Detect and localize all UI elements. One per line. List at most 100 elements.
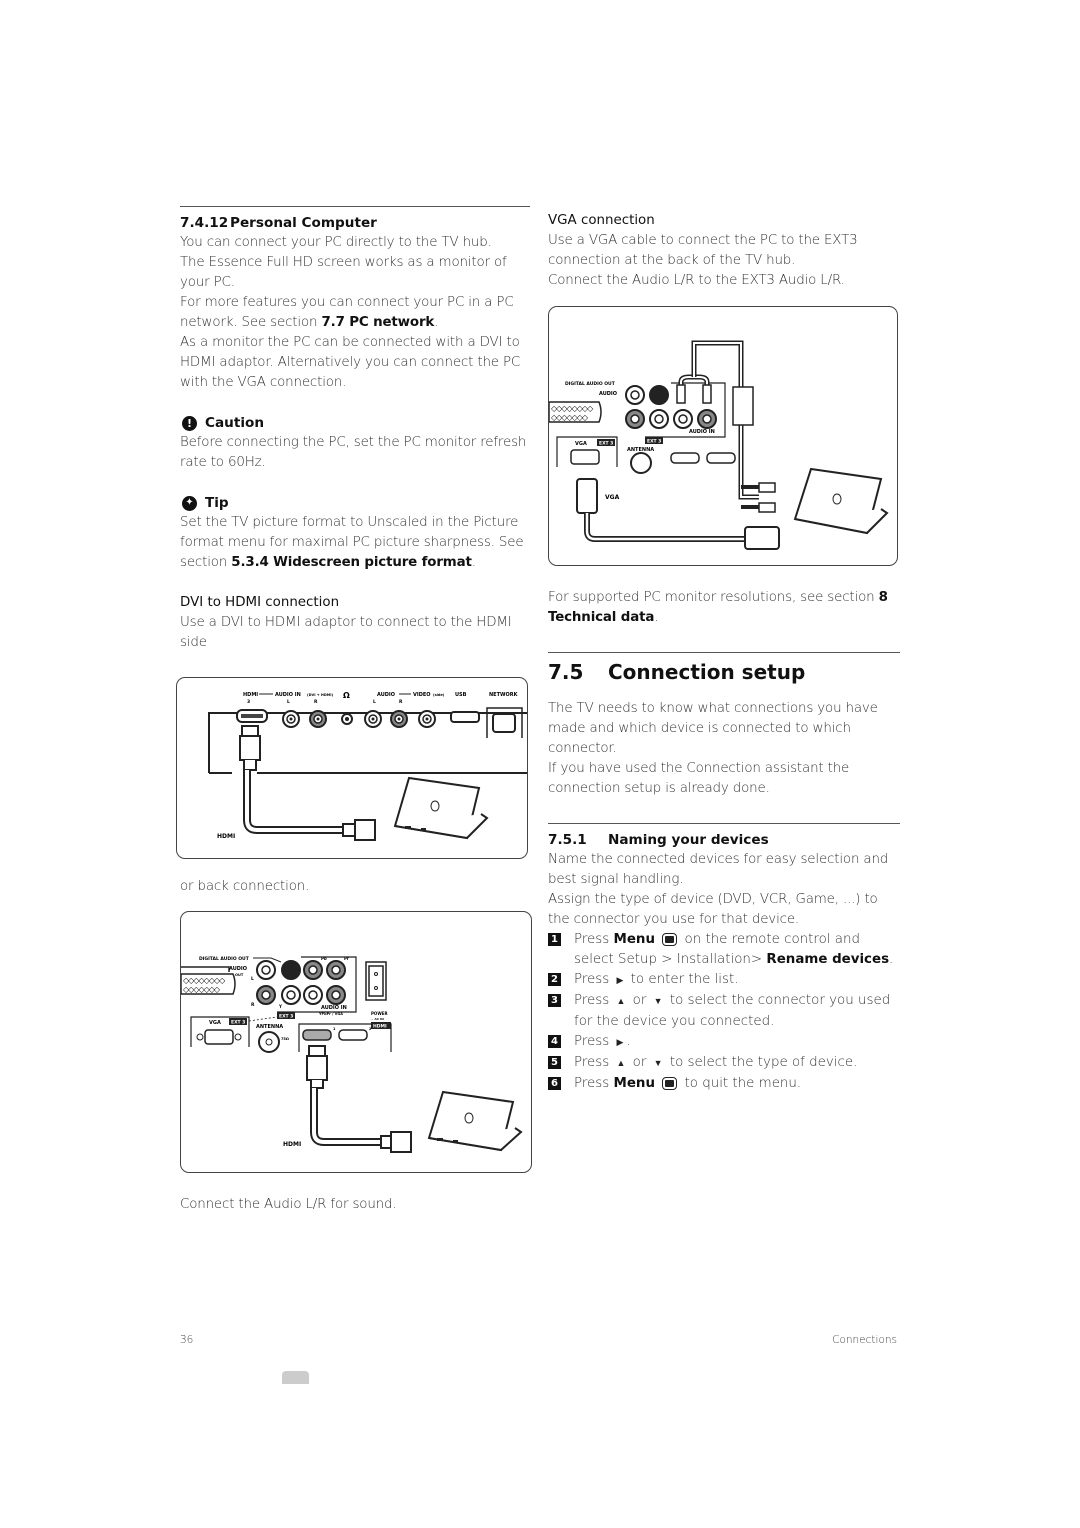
svg-text:R: R — [251, 1002, 255, 1008]
subsection-divider — [548, 823, 900, 824]
svg-text:◇◇◇◇◇◇◇: ◇◇◇◇◇◇◇ — [183, 985, 221, 994]
svg-text:~ AC IN: ~ AC IN — [371, 1017, 384, 1021]
svg-text:75Ω: 75Ω — [281, 1037, 289, 1041]
up-arrow-icon: ▲ — [616, 997, 626, 1007]
page-number: 36 — [180, 1334, 194, 1346]
link-widescreen-format[interactable]: 5.3.4 Widescreen picture format — [231, 555, 472, 570]
section-heading-personal-computer: 7.4.12 Personal Computer — [180, 215, 377, 231]
laptop-icon — [393, 776, 489, 840]
audio-sound-text: Connect the Audio L/R for sound. — [180, 1197, 397, 1212]
side-hdmi-diagram: HDMI 3 AUDIO IN (DVI + HDMI) L R Ω AUDIO… — [176, 677, 528, 859]
svg-text:R: R — [314, 699, 318, 705]
section-divider — [180, 206, 530, 207]
cable-label-hdmi-back: HDMI — [283, 1141, 301, 1148]
tip-star-icon: ✦ — [182, 495, 197, 511]
caution-text: Before connecting the PC, set the PC mon… — [180, 435, 527, 470]
step-item: 4 Press ▶. — [548, 1032, 900, 1053]
tip-heading: ✦ Tip — [180, 493, 530, 513]
intro-line-2: The Essence Full HD screen works as a mo… — [180, 255, 507, 290]
section-divider — [548, 652, 900, 653]
vga-heading: VGA connection — [548, 213, 655, 228]
step-item: 1 Press Menu on the remote control and s… — [548, 930, 900, 970]
label-usb: USB — [455, 692, 467, 698]
vga-diagram: DIGITAL AUDIO OUT AUDIO ◇◇◇◇◇◇◇◇ ◇◇◇◇◇◇◇… — [548, 306, 898, 566]
svg-text:OUT: OUT — [235, 973, 244, 977]
label-vga: VGA — [209, 1020, 221, 1026]
page-tab-marker — [282, 1371, 309, 1384]
resolutions-paragraph: For supported PC monitor resolutions, se… — [548, 590, 888, 625]
cable-label-hdmi: HDMI — [217, 833, 235, 840]
subsection-heading-naming-devices: 7.5.1 Naming your devices — [548, 832, 769, 848]
svg-text:EXT 3: EXT 3 — [599, 441, 613, 447]
section-heading-connection-setup: 7.5 Connection setup — [548, 660, 806, 684]
intro-line-1: You can connect your PC directly to the … — [180, 235, 492, 250]
assign-paragraph: Assign the type of device (DVD, VCR, Gam… — [548, 892, 878, 927]
menu-key-icon — [662, 932, 678, 946]
label-power: POWER — [371, 1011, 388, 1016]
svg-text:Y: Y — [278, 1004, 282, 1009]
back-hdmi-diagram: DIGITAL AUDIO OUT AUDIO OUT ◇◇◇◇◇◇◇◇ ◇◇◇… — [180, 911, 532, 1173]
monitor-paragraph: As a monitor the PC can be connected wit… — [180, 335, 521, 390]
cable-label-vga: VGA — [605, 494, 620, 501]
down-arrow-icon: ▼ — [653, 997, 663, 1007]
svg-text:(side): (side) — [433, 693, 445, 697]
tip-text: Set the TV picture format to Unscaled in… — [180, 515, 524, 570]
down-arrow-icon: ▼ — [653, 1059, 663, 1069]
dvi-heading: DVI to HDMI connection — [180, 595, 340, 610]
label-antenna: ANTENNA — [256, 1024, 283, 1030]
step-item: 6 Press Menu to quit the menu. — [548, 1074, 900, 1094]
dvi-text: Use a DVI to HDMI adaptor to connect to … — [180, 615, 512, 650]
svg-text:L: L — [287, 699, 290, 705]
svg-text:AUDIO: AUDIO — [599, 391, 617, 397]
caution-heading: ! Caution — [180, 413, 530, 433]
svg-text:AUDIO IN: AUDIO IN — [321, 1005, 347, 1011]
exclamation-icon: ! — [182, 415, 197, 431]
svg-text:R: R — [399, 699, 403, 705]
side-panel-illustration: HDMI 3 AUDIO IN (DVI + HDMI) L R Ω AUDIO… — [208, 691, 527, 841]
label-digital-audio-out: DIGITAL AUDIO OUT — [199, 956, 250, 962]
svg-text:AUDIO IN: AUDIO IN — [689, 429, 715, 435]
headphone-icon: Ω — [343, 691, 350, 700]
laptop-icon — [427, 1090, 523, 1152]
naming-paragraph: Name the connected devices for easy sele… — [548, 852, 889, 887]
setup-paragraph: The TV needs to know what connections yo… — [548, 701, 878, 756]
svg-text:AUDIO: AUDIO — [229, 966, 247, 972]
step-item: 2 Press ▶ to enter the list. — [548, 970, 900, 991]
right-arrow-icon: ▶ — [616, 1038, 624, 1048]
svg-text:◇◇◇◇◇◇◇: ◇◇◇◇◇◇◇ — [551, 413, 589, 422]
right-arrow-icon: ▶ — [616, 976, 624, 986]
vga-audio-text: Connect the Audio L/R to the EXT3 Audio … — [548, 273, 845, 288]
label-network: NETWORK — [489, 692, 519, 698]
label-hdmi: HDMI — [243, 692, 258, 698]
vga-panel-illustration: DIGITAL AUDIO OUT AUDIO ◇◇◇◇◇◇◇◇ ◇◇◇◇◇◇◇… — [549, 340, 889, 550]
svg-text:3: 3 — [247, 699, 250, 705]
back-connection-text: or back connection. — [180, 879, 310, 894]
left-column: 7.4.12 Personal Computer You can connect … — [176, 206, 532, 1215]
link-pc-network[interactable]: 7.7 PC network — [321, 315, 434, 330]
chapter-name: Connections — [832, 1334, 897, 1346]
svg-text:1: 1 — [333, 1027, 336, 1031]
svg-text:L: L — [251, 976, 254, 982]
svg-text:(DVI + HDMI): (DVI + HDMI) — [307, 693, 334, 697]
laptop-icon — [793, 467, 889, 535]
svg-text:HDMI: HDMI — [373, 1024, 387, 1030]
svg-text:L: L — [373, 699, 376, 705]
step-item: 3 Press ▲ or ▼ to select the connector y… — [548, 991, 900, 1032]
svg-text:EXT 3: EXT 3 — [231, 1020, 245, 1026]
label-audio: AUDIO — [377, 692, 395, 698]
up-arrow-icon: ▲ — [616, 1059, 626, 1069]
svg-text:DIGITAL AUDIO OUT: DIGITAL AUDIO OUT — [565, 381, 616, 387]
svg-text:EXT 3: EXT 3 — [647, 439, 661, 445]
svg-text:YPbPr / VGA: YPbPr / VGA — [318, 1012, 343, 1016]
network-paragraph: For more features you can connect your P… — [180, 295, 514, 330]
right-column: VGA connection Use a VGA cable to connec… — [548, 206, 900, 1094]
label-video: VIDEO — [413, 692, 431, 698]
back-panel-illustration: DIGITAL AUDIO OUT AUDIO OUT ◇◇◇◇◇◇◇◇ ◇◇◇… — [181, 956, 523, 1153]
svg-text:EXT 3: EXT 3 — [279, 1014, 293, 1020]
vga-text: Use a VGA cable to connect the PC to the… — [548, 233, 858, 268]
menu-key-icon — [662, 1076, 678, 1090]
svg-text:◇◇◇◇◇◇◇◇: ◇◇◇◇◇◇◇◇ — [183, 976, 226, 985]
svg-text:VGA: VGA — [575, 441, 587, 447]
step-item: 5 Press ▲ or ▼ to select the type of dev… — [548, 1053, 900, 1074]
svg-text:◇◇◇◇◇◇◇◇: ◇◇◇◇◇◇◇◇ — [551, 404, 594, 413]
